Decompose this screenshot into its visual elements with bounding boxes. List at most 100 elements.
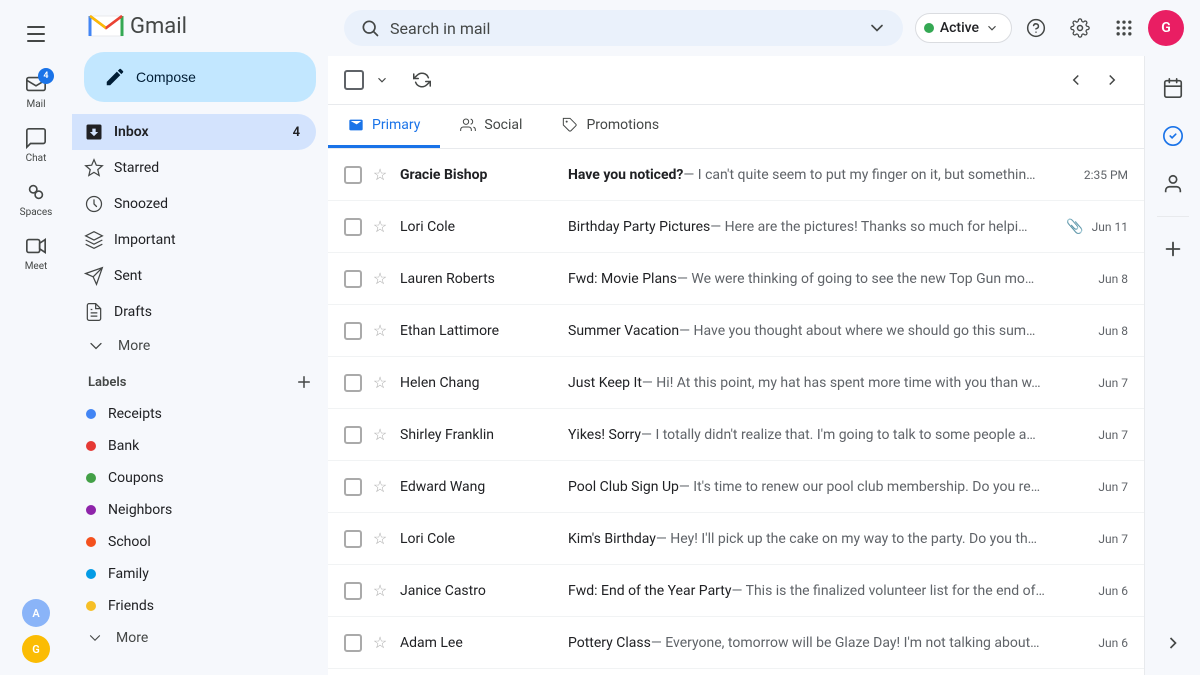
nav-item-drafts[interactable]: Drafts (72, 294, 316, 330)
calendar-button[interactable] (1153, 68, 1193, 108)
nav-item-inbox[interactable]: Inbox 4 (72, 114, 316, 150)
select-dropdown-button[interactable] (366, 64, 398, 96)
refresh-button[interactable] (406, 64, 438, 96)
email-row[interactable]: ☆ Ethan Lattimore Summer Vacation — Have… (328, 305, 1144, 357)
email-row[interactable]: ☆ Helen Chang Just Keep It — Hi! At this… (328, 357, 1144, 409)
email-checkbox-9[interactable] (344, 582, 362, 600)
email-star-3[interactable]: ☆ (370, 269, 390, 289)
sidebar-item-spaces[interactable]: Spaces (8, 174, 64, 224)
tasks-button[interactable] (1153, 116, 1193, 156)
nav-item-starred[interactable]: Starred (72, 150, 316, 186)
apps-icon (1114, 18, 1134, 38)
email-snippet-1: — I can't quite seem to put my finger on… (683, 167, 1075, 183)
email-row[interactable]: ☆ Shirley Franklin Yikes! Sorry — I tota… (328, 409, 1144, 461)
email-content-3: Fwd: Movie Plans — We were thinking of g… (568, 271, 1090, 287)
email-meta-3: Jun 8 (1098, 272, 1128, 286)
add-icon (295, 373, 313, 391)
next-page-icon (1103, 71, 1121, 89)
label-bank[interactable]: Bank (72, 430, 316, 462)
user-avatar-main[interactable]: G (1148, 10, 1184, 46)
email-star-7[interactable]: ☆ (370, 477, 390, 497)
email-row[interactable]: ☆ Gracie Bishop Need your Recipe! — I ca… (328, 669, 1144, 675)
email-star-2[interactable]: ☆ (370, 217, 390, 237)
email-star-8[interactable]: ☆ (370, 529, 390, 549)
snoozed-icon (84, 194, 104, 214)
compose-button[interactable]: Compose (84, 52, 316, 102)
add-label-button[interactable] (292, 370, 316, 394)
label-friends[interactable]: Friends (72, 590, 316, 622)
email-row[interactable]: ☆ Lauren Roberts Fwd: Movie Plans — We w… (328, 253, 1144, 305)
label-family[interactable]: Family (72, 558, 316, 590)
email-list: ☆ Gracie Bishop Have you noticed? — I ca… (328, 149, 1144, 675)
status-indicator (924, 23, 934, 33)
labels-more-item[interactable]: More (72, 622, 316, 654)
email-checkbox-3[interactable] (344, 270, 362, 288)
labels-section: Labels (72, 362, 328, 398)
more-chevron-icon (86, 336, 106, 356)
expand-panel-button[interactable] (1153, 623, 1193, 663)
email-star-4[interactable]: ☆ (370, 321, 390, 341)
email-row[interactable]: ☆ Gracie Bishop Have you noticed? — I ca… (328, 149, 1144, 201)
email-subject-3: Fwd: Movie Plans (568, 271, 677, 287)
help-icon (1026, 18, 1046, 38)
settings-button[interactable] (1060, 8, 1100, 48)
nav-item-sent[interactable]: Sent (72, 258, 316, 294)
email-row[interactable]: ☆ Edward Wang Pool Club Sign Up — It's t… (328, 461, 1144, 513)
tab-primary[interactable]: Primary (328, 105, 440, 148)
email-meta-1: 2:35 PM (1084, 168, 1128, 182)
user-avatar-small2[interactable]: G (22, 635, 50, 663)
status-pill[interactable]: Active (915, 13, 1012, 43)
tab-social[interactable]: Social (440, 105, 542, 148)
nav-item-important[interactable]: Important (72, 222, 316, 258)
contacts-button[interactable] (1153, 164, 1193, 204)
prev-page-button[interactable] (1060, 64, 1092, 96)
sidebar-item-mail[interactable]: 4 Mail (8, 66, 64, 116)
attachment-icon-2: 📎 (1066, 219, 1083, 235)
label-coupons[interactable]: Coupons (72, 462, 316, 494)
add-addon-button[interactable] (1153, 229, 1193, 269)
email-row[interactable]: ☆ Janice Castro Fwd: End of the Year Par… (328, 565, 1144, 617)
user-avatar-small[interactable]: A (22, 599, 50, 627)
email-row[interactable]: ☆ Lori Cole Kim's Birthday — Hey! I'll p… (328, 513, 1144, 565)
email-checkbox-7[interactable] (344, 478, 362, 496)
sidebar-item-meet[interactable]: Meet (8, 228, 64, 278)
email-checkbox-5[interactable] (344, 374, 362, 392)
sidebar-item-chat[interactable]: Chat (8, 120, 64, 170)
search-bar[interactable]: Search in mail (344, 10, 903, 46)
search-filter-button[interactable] (867, 18, 887, 38)
email-subject-5: Just Keep It (568, 375, 642, 391)
email-sender-4: Ethan Lattimore (400, 323, 560, 339)
email-meta-5: Jun 7 (1098, 376, 1128, 390)
email-subject-7: Pool Club Sign Up (568, 479, 679, 495)
email-star-10[interactable]: ☆ (370, 633, 390, 653)
nav-item-snoozed[interactable]: Snoozed (72, 186, 316, 222)
email-row[interactable]: ☆ Lori Cole Birthday Party Pictures — He… (328, 201, 1144, 253)
email-checkbox-8[interactable] (344, 530, 362, 548)
hamburger-button[interactable] (16, 14, 56, 54)
next-page-button[interactable] (1096, 64, 1128, 96)
nav-item-more[interactable]: More (72, 330, 316, 362)
email-checkbox-10[interactable] (344, 634, 362, 652)
email-star-1[interactable]: ☆ (370, 165, 390, 185)
help-button[interactable] (1016, 8, 1056, 48)
school-label-text: School (108, 534, 151, 550)
email-star-5[interactable]: ☆ (370, 373, 390, 393)
email-date-5: Jun 7 (1098, 376, 1128, 390)
email-star-9[interactable]: ☆ (370, 581, 390, 601)
email-subject-1: Have you noticed? (568, 167, 683, 183)
tab-promotions[interactable]: Promotions (542, 105, 679, 148)
label-receipts[interactable]: Receipts (72, 398, 316, 430)
email-sender-2: Lori Cole (400, 219, 560, 235)
email-row[interactable]: ☆ Adam Lee Pottery Class — Everyone, tom… (328, 617, 1144, 669)
email-date-1: 2:35 PM (1084, 168, 1128, 182)
apps-button[interactable] (1104, 8, 1144, 48)
email-checkbox-1[interactable] (344, 166, 362, 184)
email-checkbox-2[interactable] (344, 218, 362, 236)
select-all-checkbox[interactable] (344, 70, 364, 90)
email-checkbox-4[interactable] (344, 322, 362, 340)
email-sender-10: Adam Lee (400, 635, 560, 651)
label-school[interactable]: School (72, 526, 316, 558)
email-star-6[interactable]: ☆ (370, 425, 390, 445)
email-checkbox-6[interactable] (344, 426, 362, 444)
label-neighbors[interactable]: Neighbors (72, 494, 316, 526)
